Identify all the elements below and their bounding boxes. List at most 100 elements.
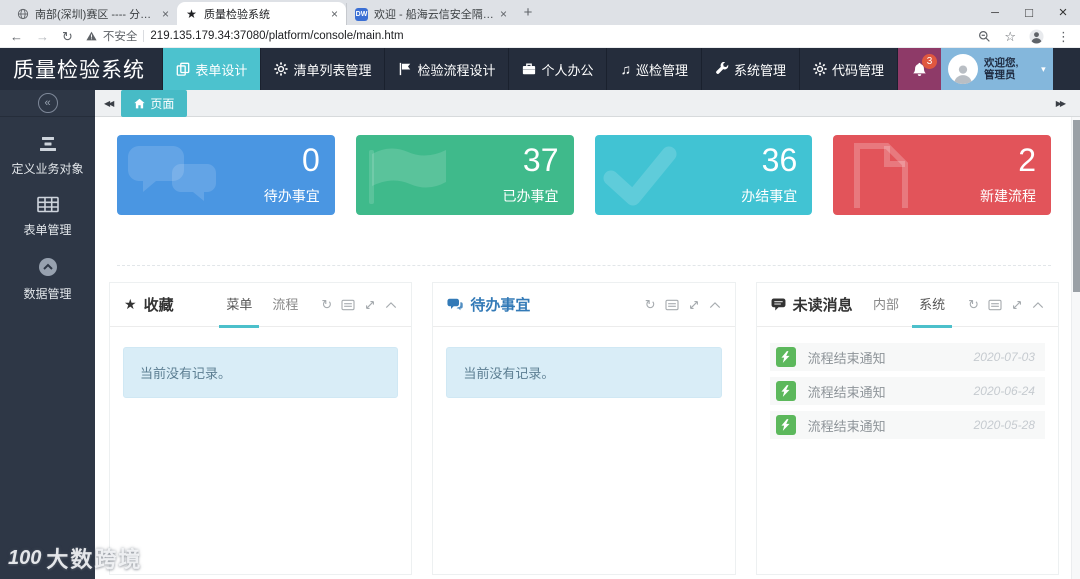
bookmark-star-icon[interactable]: ☆ [1004,30,1016,43]
panel-actions: ↻ [968,298,1044,311]
collapse-panel-icon[interactable] [385,301,397,309]
sidebar-item-label: 表单管理 [23,223,72,237]
flag-icon [398,62,412,76]
vertical-scrollbar[interactable] [1071,117,1080,579]
tab-flow[interactable]: 流程 [265,283,305,327]
menu-label: 代码管理 [832,62,885,78]
message-row[interactable]: 流程结束通知 2020-05-28 [769,411,1045,439]
tab-close-icon[interactable]: × [162,8,169,20]
tab-title: 质量检验系统 [204,8,270,21]
new-tab-button[interactable]: + [515,4,541,21]
sidebar-item-form-manage[interactable]: 表单管理 [0,196,95,238]
home-icon [134,98,145,109]
collapse-panel-icon[interactable] [709,301,721,309]
tab-close-icon[interactable]: × [500,8,507,20]
message-text: 流程结束通知 [807,350,886,366]
refresh-icon[interactable]: ↻ [968,298,979,311]
user-menu[interactable]: 欢迎您, 管理员 ▾ [941,48,1053,90]
comments-icon [447,298,464,311]
star-icon: ★ [124,296,137,312]
message-date: 2020-06-24 [973,384,1035,398]
menu-item-code-manage[interactable]: 代码管理 [799,48,899,90]
list-view-icon[interactable] [665,299,679,311]
card-label: 已办事宜 [502,188,559,204]
scroll-tabs-right-icon[interactable]: ▶▶ [1056,99,1066,108]
list-view-icon[interactable] [341,299,355,311]
omnibox-divider [143,30,145,42]
zoom-search-icon[interactable] [978,30,991,43]
sidebar-item-data-manage[interactable]: 数据管理 [0,257,95,302]
scrollbar-thumb[interactable] [1073,120,1080,292]
browser-tab-3[interactable]: DW 欢迎 - 船海云信安全隔离与信息... × [346,3,515,25]
scroll-tabs-left-icon[interactable]: ◀◀ [104,99,114,108]
menu-item-system-manage[interactable]: 系统管理 [701,48,799,90]
menu-item-list-manage[interactable]: 清单列表管理 [260,48,384,90]
check-icon [603,142,703,213]
collapse-panel-icon[interactable] [1032,301,1044,309]
table-icon [36,196,59,216]
briefcase-icon [522,62,536,76]
address-bar[interactable]: 不安全 219.135.179.34:37080/platform/consol… [86,28,965,44]
gear-icon [274,62,288,76]
lightning-icon [775,347,796,367]
expand-icon[interactable] [364,299,376,311]
panel-unread-messages: 未读消息 内部 系统 ↻ 流程结束通知 2020-07-03 流程结束通知 20… [755,282,1059,575]
sliders-icon [37,136,59,155]
tab-system[interactable]: 系统 [912,283,953,328]
section-divider [117,265,1051,266]
panel-title: ★ 收藏 [124,296,174,314]
notifications-button[interactable]: 3 [898,48,941,90]
list-view-icon[interactable] [988,299,1002,311]
tab-page[interactable]: 页面 [121,89,188,117]
expand-icon[interactable] [688,299,700,311]
close-button[interactable]: × [1046,0,1080,25]
widget-panels: ★ 收藏 菜单 流程 ↻ 当前没有记录。 待办事宜 ↻ 当前没有记录。 未读消息… [109,282,1059,575]
content-area: ◀◀ 页面 ▶▶ 0 待办事宜 37 已办事宜 36 办结事宜 2 新建流程 ★… [95,89,1080,579]
panel-header: 未读消息 内部 系统 ↻ [756,283,1058,328]
profile-avatar-icon[interactable] [1029,28,1044,44]
expand-icon[interactable] [1011,299,1023,311]
card-done-tasks[interactable]: 37 已办事宜 [355,135,574,215]
reload-icon[interactable]: ↻ [62,30,73,43]
back-icon[interactable]: ← [10,30,23,43]
main-area: « 定义业务对象 表单管理 数据管理 ◀◀ 页面 ▶▶ 0 待办事宜 37 已办… [0,89,1080,579]
copy-icon [176,62,190,76]
sidebar-item-business-object[interactable]: 定义业务对象 [0,136,95,177]
panel-body: 当前没有记录。 [433,327,734,418]
menu-item-inspection-manage[interactable]: ♫ 巡检管理 [606,48,701,90]
panel-tabs: 内部 系统 [866,283,953,328]
message-text: 流程结束通知 [807,384,886,400]
panel-todo: 待办事宜 ↻ 当前没有记录。 [432,282,736,575]
maximize-button[interactable]: □ [1012,0,1046,25]
menu-item-flow-design[interactable]: 检验流程设计 [384,48,508,90]
wrench-icon [715,62,729,76]
refresh-icon[interactable]: ↻ [645,298,656,311]
notification-badge: 3 [922,54,937,69]
menu-item-form-design[interactable]: 表单设计 [162,48,261,90]
tab-close-icon[interactable]: × [331,8,338,20]
card-new-flows[interactable]: 2 新建流程 [833,135,1051,215]
card-value: 0 [301,142,320,178]
menu-label: 系统管理 [734,62,787,78]
refresh-icon[interactable]: ↻ [321,298,332,311]
browser-tab-1[interactable]: 南部(深圳)赛区 ---- 分区赛 × [8,3,177,25]
comment-icon [771,298,786,311]
menu-item-personal-office[interactable]: 个人办公 [508,48,606,90]
sidebar-collapse-button[interactable]: « [37,93,58,113]
minimize-button[interactable]: ─ [978,0,1012,25]
card-closed-tasks[interactable]: 36 办结事宜 [594,135,813,215]
forward-icon[interactable]: → [36,30,49,43]
menu-label: 表单设计 [195,62,248,78]
message-row[interactable]: 流程结束通知 2020-07-03 [769,343,1045,371]
menu-label: 检验流程设计 [417,62,496,78]
globe-icon [16,8,29,21]
tab-internal[interactable]: 内部 [866,283,906,327]
message-row[interactable]: 流程结束通知 2020-06-24 [769,377,1045,405]
caret-down-icon: ▾ [1041,63,1046,74]
browser-menu-icon[interactable]: ⋮ [1057,30,1070,43]
security-label: 不安全 [102,31,138,43]
browser-window: 南部(深圳)赛区 ---- 分区赛 × ★ 质量检验系统 × DW 欢迎 - 船… [0,0,1080,579]
tab-menu[interactable]: 菜单 [219,283,260,328]
browser-tab-2-active[interactable]: ★ 质量检验系统 × [177,2,346,25]
card-pending-tasks[interactable]: 0 待办事宜 [117,135,335,215]
